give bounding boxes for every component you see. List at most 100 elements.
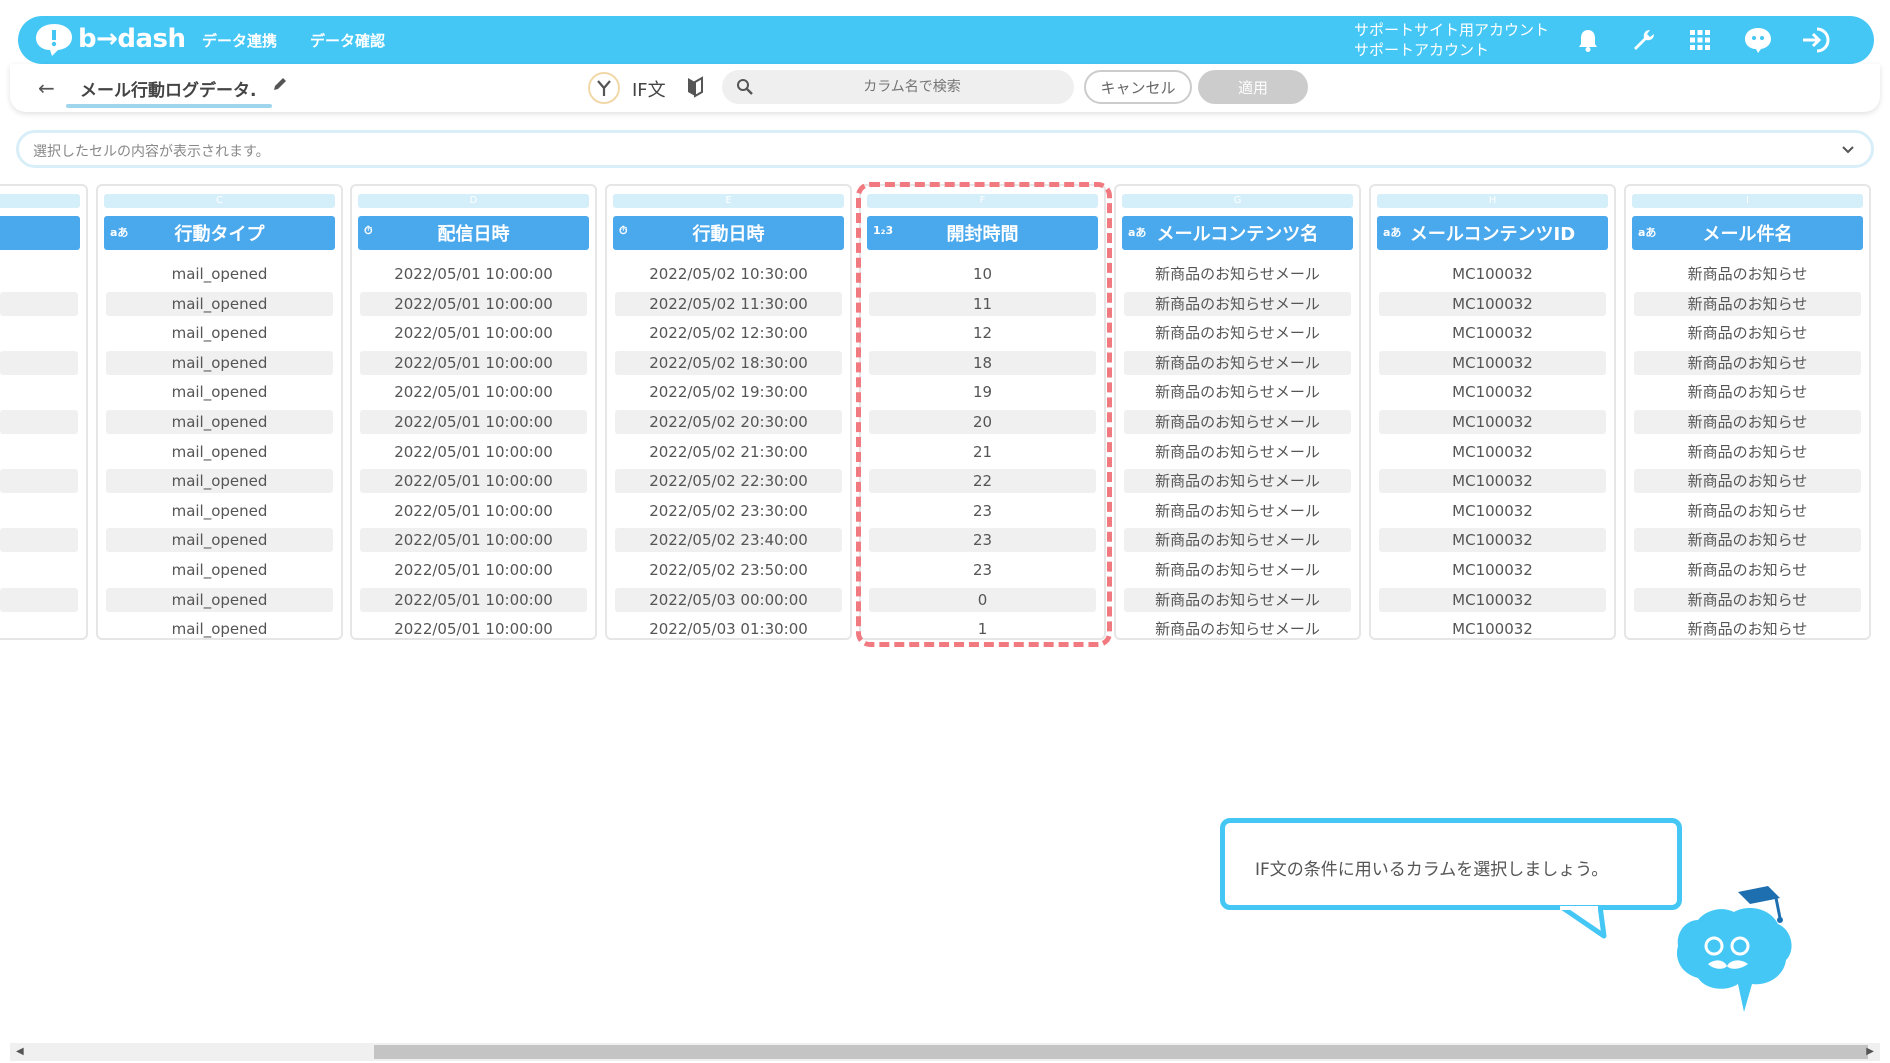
table-cell[interactable]: 新商品のお知らせメール bbox=[1124, 440, 1351, 464]
table-cell[interactable] bbox=[0, 410, 78, 434]
column-header[interactable]: ⏱ 配信日時 bbox=[358, 216, 589, 250]
table-cell[interactable]: 12 bbox=[869, 321, 1096, 345]
table-cell[interactable]: 2022/05/01 10:00:00 bbox=[360, 410, 587, 434]
scroll-left-icon[interactable]: ◀ bbox=[16, 1046, 24, 1057]
table-cell[interactable]: 新商品のお知らせ bbox=[1634, 499, 1861, 523]
table-cell[interactable]: 2022/05/02 22:30:00 bbox=[615, 469, 842, 494]
column-i[interactable]: Iaあ メール件名 新商品のお知らせ 新商品のお知らせ 新商品のお知らせ 新商品のお知らせ… bbox=[1624, 184, 1871, 640]
table-cell[interactable] bbox=[0, 440, 78, 464]
table-cell[interactable]: 新商品のお知らせ bbox=[1634, 528, 1861, 553]
table-cell[interactable] bbox=[0, 350, 78, 375]
table-cell[interactable]: mail_opened bbox=[106, 350, 333, 375]
table-cell[interactable]: MC100032 bbox=[1379, 350, 1606, 375]
table-cell[interactable]: 2022/05/02 21:30:00 bbox=[615, 440, 842, 464]
column-header[interactable]: ⏱ 行動日時 bbox=[613, 216, 844, 250]
table-cell[interactable]: 20 bbox=[869, 410, 1096, 434]
table-cell[interactable] bbox=[0, 528, 78, 553]
pencil-icon[interactable] bbox=[272, 76, 288, 96]
back-arrow-icon[interactable]: ← bbox=[38, 76, 55, 100]
horizontal-scrollbar[interactable]: ◀ ▶ bbox=[10, 1043, 1880, 1061]
scroll-right-icon[interactable]: ▶ bbox=[1866, 1046, 1874, 1057]
table-cell[interactable]: 新商品のお知らせ bbox=[1634, 440, 1861, 464]
table-cell[interactable]: 新商品のお知らせメール bbox=[1124, 262, 1351, 286]
table-cell[interactable]: 新商品のお知らせ bbox=[1634, 291, 1861, 316]
table-cell[interactable]: 1 bbox=[869, 617, 1096, 641]
table-cell[interactable]: 新商品のお知らせ bbox=[1634, 321, 1861, 345]
column-d[interactable]: D ⏱ 配信日時 2022/05/01 10:00:00 2022/05/01 10:0… bbox=[350, 184, 597, 640]
table-cell[interactable]: 新商品のお知らせ bbox=[1634, 350, 1861, 375]
column-header[interactable] bbox=[0, 216, 80, 250]
table-cell[interactable] bbox=[0, 587, 78, 612]
column-search-box[interactable] bbox=[722, 70, 1074, 104]
table-cell[interactable]: MC100032 bbox=[1379, 291, 1606, 316]
table-cell[interactable]: 2022/05/02 12:30:00 bbox=[615, 321, 842, 345]
table-cell[interactable]: 23 bbox=[869, 558, 1096, 582]
table-cell[interactable]: 2022/05/01 10:00:00 bbox=[360, 528, 587, 553]
table-cell[interactable]: 23 bbox=[869, 528, 1096, 553]
column-g[interactable]: Gaあ メールコンテンツ名 新商品のお知らせメール 新商品のお知らせメール 新商品のお知… bbox=[1114, 184, 1361, 640]
table-cell[interactable]: 2022/05/02 20:30:00 bbox=[615, 410, 842, 434]
table-cell[interactable]: 新商品のお知らせ bbox=[1634, 262, 1861, 286]
table-cell[interactable]: 新商品のお知らせメール bbox=[1124, 410, 1351, 434]
table-cell[interactable]: MC100032 bbox=[1379, 440, 1606, 464]
table-cell[interactable]: 新商品のお知らせメール bbox=[1124, 321, 1351, 345]
table-cell[interactable]: mail_opened bbox=[106, 291, 333, 316]
column-c[interactable]: Caあ 行動タイプ mail_opened mail_opened mail_opene… bbox=[96, 184, 343, 640]
column-header[interactable]: aあ メールコンテンツ名 bbox=[1122, 216, 1353, 250]
table-cell[interactable]: 23 bbox=[869, 499, 1096, 523]
table-cell[interactable]: mail_opened bbox=[106, 587, 333, 612]
table-cell[interactable]: 19 bbox=[869, 380, 1096, 404]
table-cell[interactable] bbox=[0, 499, 78, 523]
table-cell[interactable]: mail_opened bbox=[106, 617, 333, 641]
table-cell[interactable]: 新商品のお知らせメール bbox=[1124, 380, 1351, 404]
table-cell[interactable]: 2022/05/01 10:00:00 bbox=[360, 440, 587, 464]
table-cell[interactable]: 新商品のお知らせメール bbox=[1124, 558, 1351, 582]
table-cell[interactable]: mail_opened bbox=[106, 440, 333, 464]
table-cell[interactable]: 2022/05/01 10:00:00 bbox=[360, 587, 587, 612]
table-cell[interactable] bbox=[0, 321, 78, 345]
table-cell[interactable]: MC100032 bbox=[1379, 262, 1606, 286]
table-cell[interactable]: mail_opened bbox=[106, 469, 333, 494]
table-cell[interactable]: 2022/05/01 10:00:00 bbox=[360, 321, 587, 345]
table-cell[interactable] bbox=[0, 469, 78, 494]
table-cell[interactable]: 2022/05/01 10:00:00 bbox=[360, 499, 587, 523]
table-cell[interactable]: 2022/05/01 10:00:00 bbox=[360, 350, 587, 375]
wrench-icon[interactable] bbox=[1628, 24, 1660, 56]
chevron-down-icon[interactable] bbox=[1841, 141, 1855, 160]
table-cell[interactable]: 2022/05/02 11:30:00 bbox=[615, 291, 842, 316]
table-cell[interactable]: 新商品のお知らせメール bbox=[1124, 617, 1351, 641]
table-cell[interactable]: mail_opened bbox=[106, 499, 333, 523]
table-cell[interactable]: 新商品のお知らせ bbox=[1634, 469, 1861, 494]
table-cell[interactable]: 新商品のお知らせ bbox=[1634, 410, 1861, 434]
table-cell[interactable]: 2022/05/01 10:00:00 bbox=[360, 558, 587, 582]
table-cell[interactable]: 2022/05/01 10:00:00 bbox=[360, 380, 587, 404]
table-cell[interactable] bbox=[0, 291, 78, 316]
table-cell[interactable]: mail_opened bbox=[106, 410, 333, 434]
column-header[interactable]: aあ メールコンテンツID bbox=[1377, 216, 1608, 250]
table-cell[interactable]: MC100032 bbox=[1379, 528, 1606, 553]
table-cell[interactable] bbox=[0, 262, 78, 286]
table-cell[interactable]: 新商品のお知らせメール bbox=[1124, 528, 1351, 553]
table-cell[interactable]: 2022/05/02 10:30:00 bbox=[615, 262, 842, 286]
table-cell[interactable]: mail_opened bbox=[106, 380, 333, 404]
table-cell[interactable]: MC100032 bbox=[1379, 499, 1606, 523]
table-cell[interactable]: 新商品のお知らせメール bbox=[1124, 499, 1351, 523]
table-cell[interactable]: 新商品のお知らせメール bbox=[1124, 587, 1351, 612]
table-cell[interactable]: 2022/05/01 10:00:00 bbox=[360, 617, 587, 641]
table-cell[interactable] bbox=[0, 380, 78, 404]
beginner-mark-icon[interactable] bbox=[686, 76, 704, 102]
cancel-button[interactable]: キャンセル bbox=[1084, 70, 1192, 104]
table-cell[interactable]: 2022/05/03 00:00:00 bbox=[615, 587, 842, 612]
cell-content-display[interactable]: 選択したセルの内容が表示されます。 bbox=[16, 130, 1874, 168]
table-cell[interactable]: 0 bbox=[869, 587, 1096, 612]
table-cell[interactable]: 新商品のお知らせ bbox=[1634, 380, 1861, 404]
column-f[interactable]: F 1₂3 開封時間 10 11 12 18 19 20 21 22 23 23 23 0 1 bbox=[859, 184, 1106, 640]
apply-button[interactable]: 適用 bbox=[1198, 70, 1308, 104]
table-cell[interactable] bbox=[0, 617, 78, 641]
table-cell[interactable]: 新商品のお知らせ bbox=[1634, 558, 1861, 582]
page-title[interactable]: メール行動ログデータ. bbox=[80, 76, 256, 101]
table-cell[interactable]: 新商品のお知らせメール bbox=[1124, 291, 1351, 316]
table-cell[interactable]: mail_opened bbox=[106, 558, 333, 582]
column-partial-b[interactable] bbox=[0, 184, 88, 640]
table-cell[interactable]: 新商品のお知らせメール bbox=[1124, 469, 1351, 494]
